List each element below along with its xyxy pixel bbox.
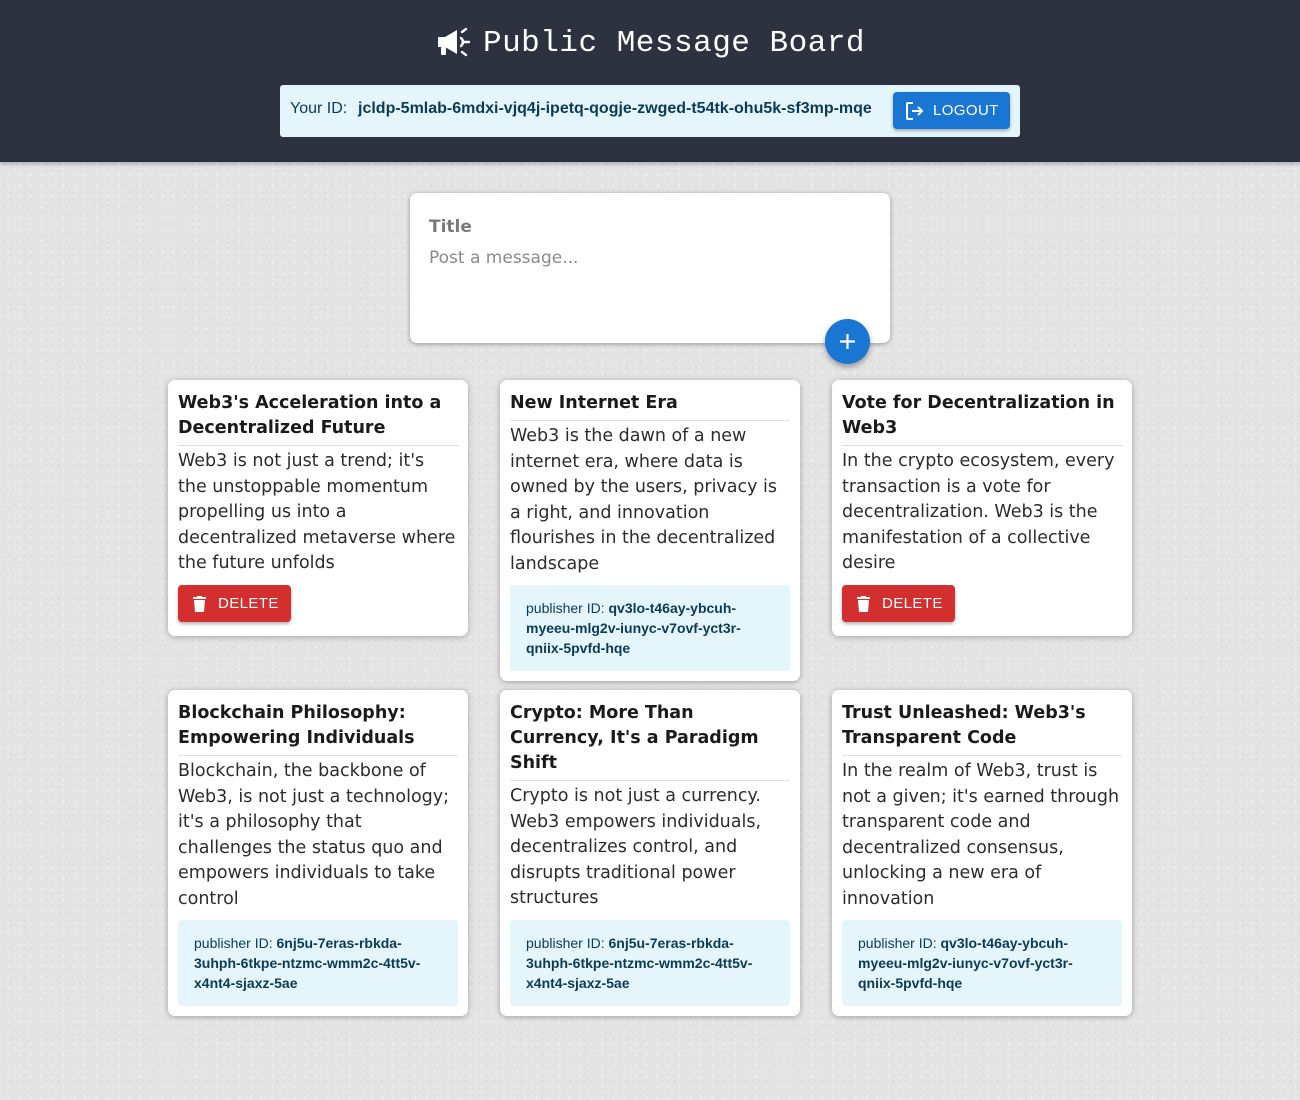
app-title-bar: Public Message Board [0,24,1300,70]
publisher-label: publisher ID: [858,935,937,951]
trash-icon [193,595,206,616]
note-title: Web3's Acceleration into a Decentralized… [178,391,458,446]
note-body: Web3 is not just a trend; it's the unsto… [178,451,456,573]
note-body: In the realm of Web3, trust is not a giv… [842,761,1120,909]
user-id-label: Your ID: [290,100,348,117]
note-card: Vote for Decentralization in Web3 In the… [832,380,1132,636]
user-id-value: jcldp-5mlab-6mdxi-vjq4j-ipetq-qogje-zwge… [358,100,872,117]
note-body: Crypto is not just a currency. Web3 empo… [510,786,762,908]
message-input[interactable] [429,248,869,318]
publisher-info: publisher ID: 6nj5u-7eras-rbkda-3uhph-6t… [178,920,458,1006]
publisher-info: publisher ID: qv3lo-t46ay-ybcuh-myeeu-ml… [510,585,790,671]
note-card: New Internet Era Web3 is the dawn of a n… [500,380,800,681]
publisher-info: publisher ID: qv3lo-t46ay-ybcuh-myeeu-ml… [842,920,1122,1006]
note-title: New Internet Era [510,391,790,421]
app-header: Public Message Board Your ID: jcldp-5mla… [0,0,1300,162]
user-id-bar: Your ID: jcldp-5mlab-6mdxi-vjq4j-ipetq-q… [280,85,1020,137]
note-card: Blockchain Philosophy: Empowering Indivi… [168,690,468,1016]
logout-button[interactable]: LOGOUT [893,92,1010,129]
note-title: Crypto: More Than Currency, It's a Parad… [510,701,790,781]
page-title: Public Message Board [482,26,866,61]
note-card: Web3's Acceleration into a Decentralized… [168,380,468,636]
delete-button[interactable]: DELETE [842,584,955,622]
megaphone-icon [435,27,471,70]
publisher-info: publisher ID: 6nj5u-7eras-rbkda-3uhph-6t… [510,919,790,1006]
title-input[interactable] [429,215,869,239]
note-body: Web3 is the dawn of a new internet era, … [510,426,778,574]
logout-icon [905,101,925,125]
publisher-label: publisher ID: [526,934,605,951]
logout-label: LOGOUT [933,102,999,119]
delete-label: DELETE [218,594,279,612]
publisher-label: publisher ID: [194,935,273,951]
delete-button[interactable]: DELETE [178,584,291,622]
note-title: Blockchain Philosophy: Empowering Indivi… [178,701,458,756]
note-body: In the crypto ecosystem, every transacti… [842,451,1115,573]
note-title: Trust Unleashed: Web3's Transparent Code [842,701,1122,756]
plus-icon [840,334,855,349]
trash-icon [857,595,870,616]
note-card: Trust Unleashed: Web3's Transparent Code… [832,690,1132,1016]
note-body: Blockchain, the backbone of Web3, is not… [178,761,450,909]
note-card: Crypto: More Than Currency, It's a Parad… [500,690,800,1016]
note-title: Vote for Decentralization in Web3 [842,391,1122,446]
add-note-button[interactable] [825,319,870,364]
publisher-label: publisher ID: [526,600,605,616]
delete-label: DELETE [882,594,943,612]
compose-card [410,193,890,343]
